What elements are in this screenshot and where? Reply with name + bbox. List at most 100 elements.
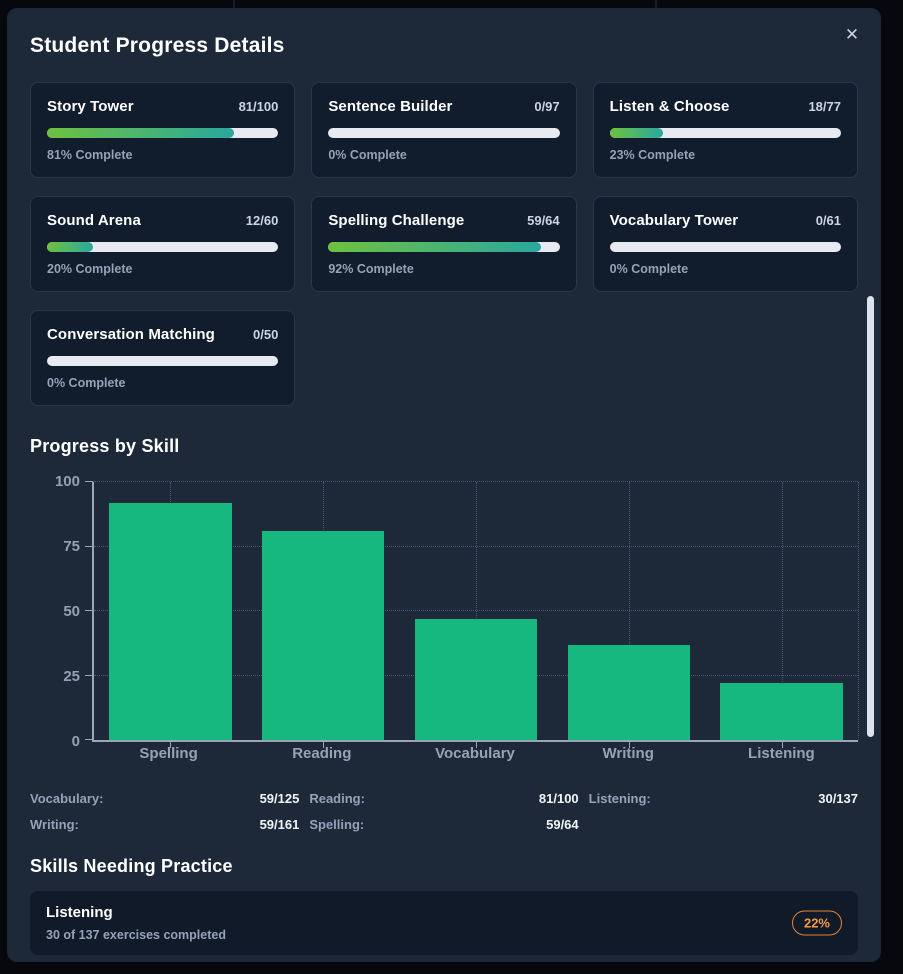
exercise-card: Sound Arena 12/60 20% Complete: [30, 196, 295, 292]
progress-bar-fill: [610, 128, 663, 138]
y-tick-label: 0: [30, 733, 80, 751]
skill-total-value: 81/100: [539, 791, 579, 806]
exercise-card-header: Sound Arena 12/60: [47, 212, 278, 229]
exercise-card-header: Spelling Challenge 59/64: [328, 212, 559, 229]
backdrop-divider: [655, 0, 657, 8]
exercise-card: Spelling Challenge 59/64 92% Complete: [311, 196, 576, 292]
student-progress-modal: ✕ Student Progress Details Story Tower 81…: [7, 8, 881, 962]
exercise-cards-grid: Story Tower 81/100 81% Complete Sentence Bu…: [30, 82, 858, 406]
progress-bar-fill: [328, 242, 541, 252]
skill-total-value: 30/137: [818, 791, 858, 806]
y-tick-label: 50: [30, 603, 80, 621]
percent-complete-label: 0% Complete: [328, 148, 559, 162]
practice-item: Listening 30 of 137 exercises completed22…: [30, 891, 858, 955]
practice-skill-name: Listening: [46, 904, 842, 921]
skill-total-label: Reading:: [309, 791, 365, 806]
x-category-label: Spelling: [139, 745, 197, 762]
skill-total-item: Reading: 81/100: [309, 791, 578, 806]
y-tick-label: 100: [30, 473, 80, 491]
practice-list: Listening 30 of 137 exercises completed22…: [30, 891, 858, 955]
progress-bar-track: [47, 356, 278, 366]
skill-total-value: 59/161: [260, 817, 300, 832]
exercise-card: Story Tower 81/100 81% Complete: [30, 82, 295, 178]
percent-complete-label: 20% Complete: [47, 262, 278, 276]
exercise-card-header: Story Tower 81/100: [47, 98, 278, 115]
percent-complete-label: 0% Complete: [610, 262, 841, 276]
percent-complete-label: 81% Complete: [47, 148, 278, 162]
progress-bar-track: [47, 128, 278, 138]
chart-bar: [568, 645, 690, 740]
y-tick-mark: [85, 610, 93, 611]
y-tick-mark: [85, 739, 93, 740]
exercise-card-header: Listen & Choose 18/77: [610, 98, 841, 115]
chart-plot-area: [92, 482, 858, 742]
exercise-score: 0/50: [253, 327, 278, 342]
close-icon[interactable]: ✕: [841, 24, 863, 46]
percent-complete-label: 23% Complete: [610, 148, 841, 162]
backdrop-divider: [233, 0, 235, 8]
exercise-card-header: Sentence Builder 0/97: [328, 98, 559, 115]
chart-x-axis-labels: SpellingReadingVocabularyWritingListenin…: [92, 745, 858, 767]
exercise-name: Vocabulary Tower: [610, 212, 739, 229]
percent-complete-label: 92% Complete: [328, 262, 559, 276]
y-tick-mark: [85, 481, 93, 482]
skill-total-item: Vocabulary: 59/125: [30, 791, 299, 806]
exercise-score: 0/61: [816, 213, 841, 228]
exercise-score: 12/60: [246, 213, 279, 228]
progress-bar-fill: [47, 242, 93, 252]
chart-bar: [109, 503, 231, 740]
x-category-label: Listening: [748, 745, 815, 762]
practice-detail-text: 30 of 137 exercises completed: [46, 928, 842, 942]
chart-bar: [415, 619, 537, 740]
skill-total-label: Vocabulary:: [30, 791, 103, 806]
skill-total-label: Spelling:: [309, 817, 364, 832]
y-tick-mark: [85, 675, 93, 676]
progress-bar-track: [328, 242, 559, 252]
exercise-card: Conversation Matching 0/50 0% Complete: [30, 310, 295, 406]
exercise-score: 59/64: [527, 213, 560, 228]
progress-bar-fill: [47, 128, 234, 138]
exercise-name: Conversation Matching: [47, 326, 215, 343]
chart-y-axis-labels: 0255075100: [30, 482, 80, 742]
skill-total-item: Listening: 30/137: [589, 791, 858, 806]
progress-bar-track: [610, 242, 841, 252]
skill-total-item: Spelling: 59/64: [309, 817, 578, 832]
y-tick-label: 25: [30, 668, 80, 686]
progress-by-skill-chart: 0255075100 SpellingReadingVocabularyWrit…: [30, 467, 858, 767]
modal-scrollbar-thumb[interactable]: [867, 296, 874, 737]
progress-bar-track: [328, 128, 559, 138]
skill-total-value: 59/64: [546, 817, 579, 832]
vertical-gridline: [858, 482, 859, 740]
exercise-name: Sentence Builder: [328, 98, 452, 115]
x-category-label: Reading: [292, 745, 351, 762]
exercise-score: 0/97: [534, 99, 559, 114]
exercise-score: 81/100: [239, 99, 279, 114]
practice-percent-badge: 22%: [792, 911, 842, 936]
chart-bar: [262, 531, 384, 740]
x-category-label: Vocabulary: [435, 745, 515, 762]
percent-complete-label: 0% Complete: [47, 376, 278, 390]
modal-title: Student Progress Details: [30, 34, 858, 58]
exercise-name: Sound Arena: [47, 212, 141, 229]
exercise-name: Spelling Challenge: [328, 212, 464, 229]
exercise-card: Sentence Builder 0/97 0% Complete: [311, 82, 576, 178]
skill-total-value: 59/125: [260, 791, 300, 806]
exercise-score: 18/77: [808, 99, 841, 114]
exercise-name: Story Tower: [47, 98, 134, 115]
exercise-card-header: Conversation Matching 0/50: [47, 326, 278, 343]
progress-bar-track: [47, 242, 278, 252]
exercise-card: Listen & Choose 18/77 23% Complete: [593, 82, 858, 178]
chart-section-title: Progress by Skill: [30, 436, 858, 457]
exercise-name: Listen & Choose: [610, 98, 730, 115]
practice-section-title: Skills Needing Practice: [30, 856, 858, 877]
exercise-card-header: Vocabulary Tower 0/61: [610, 212, 841, 229]
skill-total-label: Listening:: [589, 791, 651, 806]
skill-total-item: Writing: 59/161: [30, 817, 299, 832]
exercise-card: Vocabulary Tower 0/61 0% Complete: [593, 196, 858, 292]
skill-totals-grid: Vocabulary: 59/125 Reading: 81/100 Listening…: [30, 791, 858, 832]
y-tick-label: 75: [30, 538, 80, 556]
progress-bar-track: [610, 128, 841, 138]
chart-bar: [720, 683, 842, 740]
y-tick-mark: [85, 546, 93, 547]
skill-total-label: Writing:: [30, 817, 79, 832]
